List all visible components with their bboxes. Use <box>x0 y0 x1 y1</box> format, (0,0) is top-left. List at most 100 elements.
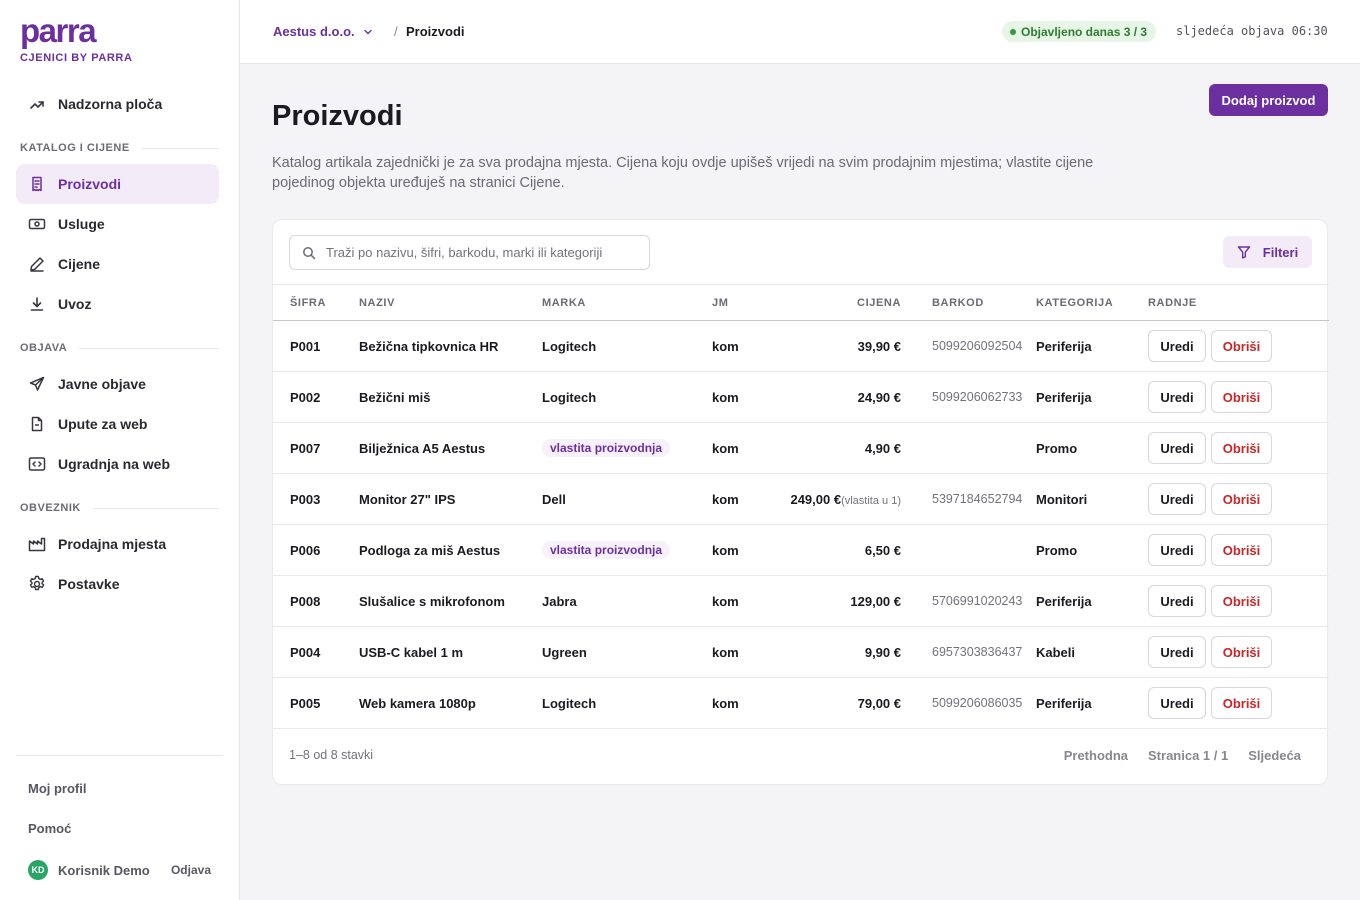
cell-code: P002 <box>290 389 321 405</box>
page-description: Katalog artikala zajednički je za sva pr… <box>272 155 1094 191</box>
user-row: KD Korisnik Demo Odjava <box>16 848 223 892</box>
next-page-button[interactable]: Sljedeća <box>1248 748 1301 763</box>
chevron-down-icon <box>363 27 373 37</box>
cell-price: 129,00 € <box>772 576 901 627</box>
cell-actions: Uredi Obriši <box>1148 372 1329 423</box>
cell-barcode: 5099206092504 <box>932 339 1023 353</box>
filters-button[interactable]: Filteri <box>1223 236 1312 268</box>
cell-code: P008 <box>290 593 321 609</box>
sidebar-item-import[interactable]: Uvoz <box>16 284 219 324</box>
sidebar: parra CJENICI BY PARRA Nadzorna ploča KA… <box>0 0 240 900</box>
brand-logo[interactable]: parra <box>20 14 133 48</box>
sidebar-item-dashboard[interactable]: Nadzorna ploča <box>16 84 219 124</box>
gear-icon <box>28 575 46 593</box>
table-row: P006 Podloga za miš Aestus vlastita proizv… <box>273 525 1329 576</box>
edit-button[interactable]: Uredi <box>1148 636 1206 668</box>
pagination: Prethodna Stranica 1 / 1 Sljedeća <box>1044 748 1301 763</box>
cell-actions: Uredi Obriši <box>1148 321 1329 372</box>
breadcrumb-current: Proizvodi <box>406 24 465 39</box>
prev-page-button[interactable]: Prethodna <box>1064 748 1128 763</box>
cell-actions: Uredi Obriši <box>1148 576 1329 627</box>
sidebar-item-prices[interactable]: Cijene <box>16 244 219 284</box>
cell-barcode: 6957303836437 <box>932 645 1023 659</box>
column-header-unit[interactable]: JM <box>712 285 772 321</box>
sidebar-item-label: Nadzorna ploča <box>58 96 163 112</box>
nav-section-obligor: OBVEZNIK <box>16 496 219 520</box>
cell-barcode: 5099206062733 <box>932 390 1023 404</box>
sidebar-item-products[interactable]: Proizvodi <box>16 164 219 204</box>
delete-button[interactable]: Obriši <box>1211 534 1272 566</box>
delete-button[interactable]: Obriši <box>1211 330 1272 362</box>
column-header-brand[interactable]: MARKA <box>542 285 712 321</box>
cell-brand: Dell <box>542 474 712 525</box>
table-header-row: ŠIFRA NAZIV MARKA JM CIJENA BARKOD KATEG… <box>273 284 1329 321</box>
cell-brand: Jabra <box>542 576 712 627</box>
sidebar-item-web-embed[interactable]: Ugradnja na web <box>16 444 219 484</box>
cell-barcode <box>901 525 1036 576</box>
table-row: P004 USB-C kabel 1 m Ugreen kom 9,90 € 695730… <box>273 627 1329 678</box>
delete-button[interactable]: Obriši <box>1211 483 1272 515</box>
column-header-category[interactable]: KATEGORIJA <box>1036 285 1148 321</box>
delete-button[interactable]: Obriši <box>1211 687 1272 719</box>
filters-label: Filteri <box>1262 244 1299 260</box>
cell-category: Periferija <box>1036 593 1092 609</box>
cell-code: P005 <box>290 695 321 711</box>
topbar: Aestus d.o.o. / Proizvodi Objavljeno dan… <box>240 0 1360 64</box>
page-info: Stranica 1 / 1 <box>1148 748 1229 763</box>
brand-name: Dell <box>542 491 566 507</box>
table-row: P003 Monitor 27" IPS Dell kom 249,00 €(vlast… <box>273 474 1329 525</box>
company-name: Aestus d.o.o. <box>273 24 355 39</box>
cell-code: P006 <box>290 542 321 558</box>
delete-button[interactable]: Obriši <box>1211 585 1272 617</box>
user-name: Korisnik Demo <box>58 862 150 878</box>
edit-button[interactable]: Uredi <box>1148 381 1206 413</box>
cell-code: P004 <box>290 644 321 660</box>
edit-button[interactable]: Uredi <box>1148 432 1206 464</box>
table-row: P007 Bilježnica A5 Aestus vlastita proizvo… <box>273 423 1329 474</box>
table-body: P001 Bežična tipkovnica HR Logitech kom 39,9… <box>273 321 1329 729</box>
brand-name: Ugreen <box>542 644 587 660</box>
sidebar-item-label: Usluge <box>58 216 105 232</box>
company-selector[interactable]: Aestus d.o.o. <box>273 24 373 39</box>
sidebar-nav: Nadzorna ploča KATALOG I CIJENE Proizvod… <box>16 84 219 604</box>
status-dot-icon <box>1010 28 1016 35</box>
edit-button[interactable]: Uredi <box>1148 687 1206 719</box>
delete-button[interactable]: Obriši <box>1211 381 1272 413</box>
add-product-button[interactable]: Dodaj proizvod <box>1209 84 1328 116</box>
delete-button[interactable]: Obriši <box>1211 432 1272 464</box>
cell-name: Bežični miš <box>359 389 431 405</box>
cell-name: USB-C kabel 1 m <box>359 644 464 660</box>
edit-button[interactable]: Uredi <box>1148 483 1206 515</box>
column-header-actions: RADNJE <box>1148 296 1197 309</box>
cell-brand: Logitech <box>542 321 712 372</box>
my-profile-link[interactable]: Moj profil <box>16 768 223 808</box>
next-post-time: sljedeća objava 06:30 <box>1176 24 1328 38</box>
delete-button[interactable]: Obriši <box>1211 636 1272 668</box>
cell-price: 9,90 € <box>772 627 901 678</box>
factory-icon <box>28 535 46 553</box>
sidebar-item-label: Ugradnja na web <box>58 456 171 472</box>
logout-button[interactable]: Odjava <box>171 863 211 877</box>
column-header-price[interactable]: CIJENA <box>772 285 901 321</box>
column-header-name[interactable]: NAZIV <box>359 285 542 321</box>
sidebar-item-web-guide[interactable]: Upute za web <box>16 404 219 444</box>
column-header-barcode[interactable]: BARKOD <box>901 285 1036 321</box>
page-title: Proizvodi <box>272 100 403 132</box>
sidebar-item-points-of-sale[interactable]: Prodajna mjesta <box>16 524 219 564</box>
sidebar-item-public-posts[interactable]: Javne objave <box>16 364 219 404</box>
sidebar-item-services[interactable]: Usluge <box>16 204 219 244</box>
edit-button[interactable]: Uredi <box>1148 330 1206 362</box>
sidebar-item-settings[interactable]: Postavke <box>16 564 219 604</box>
brand-subtitle: CJENICI BY PARRA <box>20 52 133 64</box>
search-input[interactable] <box>326 245 636 260</box>
cell-category: Monitori <box>1036 491 1088 507</box>
help-link[interactable]: Pomoć <box>16 808 223 848</box>
edit-button[interactable]: Uredi <box>1148 585 1206 617</box>
column-header-code[interactable]: ŠIFRA <box>273 285 359 321</box>
cell-category: Promo <box>1036 542 1078 558</box>
cell-barcode: 5706991020243 <box>932 594 1023 608</box>
edit-button[interactable]: Uredi <box>1148 534 1206 566</box>
cell-category: Periferija <box>1036 695 1092 711</box>
brand-name: Logitech <box>542 338 597 354</box>
search-box[interactable] <box>289 235 650 270</box>
